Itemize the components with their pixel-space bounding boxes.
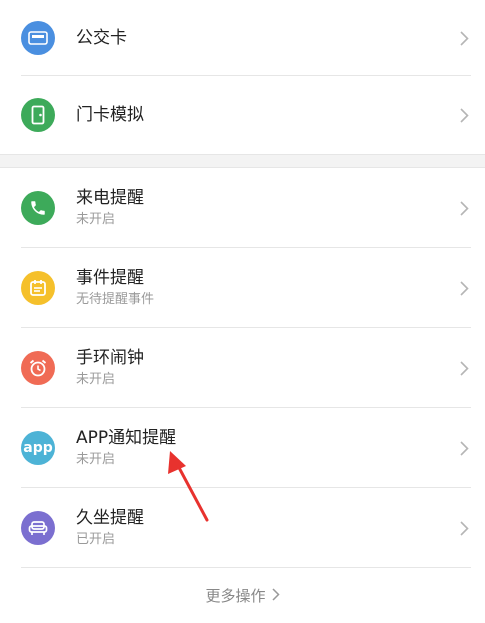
app-icon: app	[21, 431, 55, 465]
app-notification-title: APP通知提醒	[76, 428, 177, 448]
section-gap	[0, 154, 485, 168]
call-reminder-status: 未开启	[76, 212, 116, 227]
calendar-icon	[21, 271, 55, 305]
band-alarm-title: 手环闹钟	[76, 348, 144, 368]
call-reminder-title: 来电提醒	[76, 188, 144, 208]
sedentary-reminder-status: 已开启	[76, 532, 116, 547]
more-actions-label: 更多操作	[205, 587, 266, 605]
more-actions-link[interactable]: 更多操作	[0, 568, 485, 623]
chevron-right-icon	[457, 439, 471, 457]
door-card-icon	[21, 98, 55, 132]
event-reminder-status: 无待提醒事件	[76, 292, 155, 307]
app-notification-row[interactable]: app APP通知提醒 未开启	[0, 408, 485, 488]
phone-icon	[21, 191, 55, 225]
door-card-row[interactable]: 门卡模拟	[0, 76, 485, 154]
sedentary-reminder-title: 久坐提醒	[76, 508, 144, 528]
band-alarm-row[interactable]: 手环闹钟 未开启	[0, 328, 485, 408]
chevron-right-icon	[457, 359, 471, 377]
app-notification-status: 未开启	[76, 452, 116, 467]
sedentary-reminder-row[interactable]: 久坐提醒 已开启	[0, 488, 485, 568]
door-card-title: 门卡模拟	[76, 105, 144, 125]
band-alarm-status: 未开启	[76, 372, 116, 387]
chevron-right-icon	[457, 199, 471, 217]
cards-section: 公交卡 门卡模拟	[0, 0, 485, 154]
alarm-clock-icon	[21, 351, 55, 385]
bus-card-row[interactable]: 公交卡	[0, 0, 485, 76]
chevron-right-icon	[457, 106, 471, 124]
reminders-section: 来电提醒 未开启 事件提醒 无待提醒事件 手环闹钟 未开启 app APP通知提…	[0, 168, 485, 623]
bus-card-icon	[21, 21, 55, 55]
chevron-right-icon	[457, 29, 471, 47]
event-reminder-row[interactable]: 事件提醒 无待提醒事件	[0, 248, 485, 328]
bus-card-title: 公交卡	[76, 28, 127, 48]
call-reminder-row[interactable]: 来电提醒 未开启	[0, 168, 485, 248]
chevron-right-icon	[457, 279, 471, 297]
event-reminder-title: 事件提醒	[76, 268, 144, 288]
chevron-right-icon	[457, 519, 471, 537]
chevron-right-icon	[271, 587, 280, 605]
sofa-icon	[21, 511, 55, 545]
app-icon-text: app	[23, 440, 53, 456]
